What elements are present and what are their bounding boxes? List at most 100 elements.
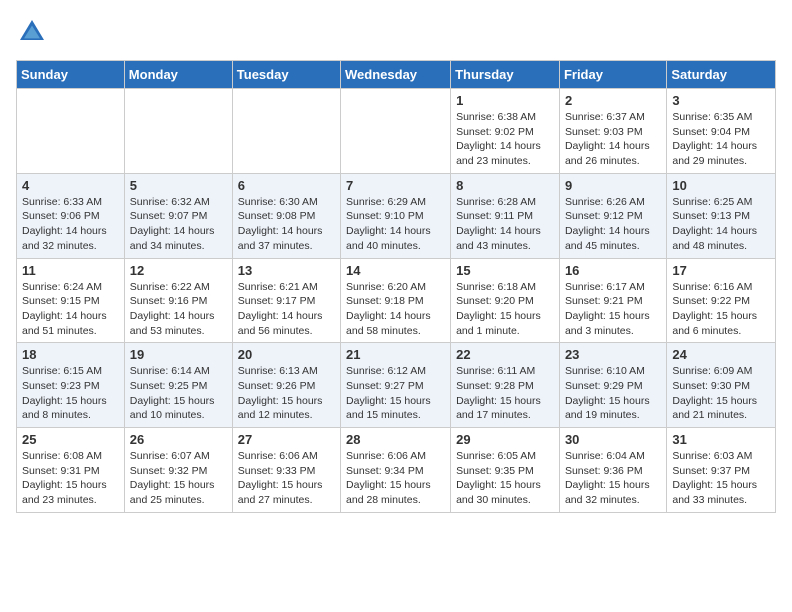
calendar-cell: 14 Sunrise: 6:20 AMSunset: 9:18 PMDayligh… <box>341 258 451 343</box>
day-info: Sunrise: 6:21 AMSunset: 9:17 PMDaylight:… <box>238 280 335 339</box>
calendar-cell: 26 Sunrise: 6:07 AMSunset: 9:32 PMDayligh… <box>124 428 232 513</box>
day-number: 6 <box>238 178 335 193</box>
calendar-cell: 25 Sunrise: 6:08 AMSunset: 9:31 PMDayligh… <box>17 428 125 513</box>
day-number: 29 <box>456 432 554 447</box>
day-info: Sunrise: 6:38 AMSunset: 9:02 PMDaylight:… <box>456 110 554 169</box>
day-info: Sunrise: 6:17 AMSunset: 9:21 PMDaylight:… <box>565 280 661 339</box>
calendar-cell: 7 Sunrise: 6:29 AMSunset: 9:10 PMDaylight… <box>341 173 451 258</box>
calendar-cell: 18 Sunrise: 6:15 AMSunset: 9:23 PMDayligh… <box>17 343 125 428</box>
calendar-week-2: 4 Sunrise: 6:33 AMSunset: 9:06 PMDaylight… <box>17 173 776 258</box>
day-info: Sunrise: 6:26 AMSunset: 9:12 PMDaylight:… <box>565 195 661 254</box>
weekday-header-wednesday: Wednesday <box>341 61 451 89</box>
day-number: 12 <box>130 263 227 278</box>
day-info: Sunrise: 6:28 AMSunset: 9:11 PMDaylight:… <box>456 195 554 254</box>
day-info: Sunrise: 6:25 AMSunset: 9:13 PMDaylight:… <box>672 195 770 254</box>
weekday-header-sunday: Sunday <box>17 61 125 89</box>
day-number: 25 <box>22 432 119 447</box>
day-info: Sunrise: 6:14 AMSunset: 9:25 PMDaylight:… <box>130 364 227 423</box>
calendar-cell: 9 Sunrise: 6:26 AMSunset: 9:12 PMDaylight… <box>559 173 666 258</box>
day-number: 7 <box>346 178 445 193</box>
weekday-header-friday: Friday <box>559 61 666 89</box>
day-info: Sunrise: 6:24 AMSunset: 9:15 PMDaylight:… <box>22 280 119 339</box>
day-number: 16 <box>565 263 661 278</box>
day-number: 8 <box>456 178 554 193</box>
calendar-cell: 30 Sunrise: 6:04 AMSunset: 9:36 PMDayligh… <box>559 428 666 513</box>
day-info: Sunrise: 6:16 AMSunset: 9:22 PMDaylight:… <box>672 280 770 339</box>
day-number: 30 <box>565 432 661 447</box>
day-info: Sunrise: 6:29 AMSunset: 9:10 PMDaylight:… <box>346 195 445 254</box>
day-info: Sunrise: 6:07 AMSunset: 9:32 PMDaylight:… <box>130 449 227 508</box>
day-number: 3 <box>672 93 770 108</box>
calendar-cell: 21 Sunrise: 6:12 AMSunset: 9:27 PMDayligh… <box>341 343 451 428</box>
calendar-cell: 16 Sunrise: 6:17 AMSunset: 9:21 PMDayligh… <box>559 258 666 343</box>
calendar-cell: 13 Sunrise: 6:21 AMSunset: 9:17 PMDayligh… <box>232 258 340 343</box>
day-number: 21 <box>346 347 445 362</box>
day-number: 24 <box>672 347 770 362</box>
day-number: 15 <box>456 263 554 278</box>
calendar-cell: 12 Sunrise: 6:22 AMSunset: 9:16 PMDayligh… <box>124 258 232 343</box>
day-info: Sunrise: 6:06 AMSunset: 9:33 PMDaylight:… <box>238 449 335 508</box>
day-info: Sunrise: 6:32 AMSunset: 9:07 PMDaylight:… <box>130 195 227 254</box>
calendar-cell: 17 Sunrise: 6:16 AMSunset: 9:22 PMDayligh… <box>667 258 776 343</box>
calendar-cell: 6Sunrise: 6:30 AMSunset: 9:08 PMDaylight… <box>232 173 340 258</box>
calendar-cell: 23Sunrise: 6:10 AMSunset: 9:29 PMDayligh… <box>559 343 666 428</box>
calendar-week-5: 25 Sunrise: 6:08 AMSunset: 9:31 PMDayligh… <box>17 428 776 513</box>
weekday-header-saturday: Saturday <box>667 61 776 89</box>
day-info: Sunrise: 6:33 AMSunset: 9:06 PMDaylight:… <box>22 195 119 254</box>
day-info: Sunrise: 6:37 AMSunset: 9:03 PMDaylight:… <box>565 110 661 169</box>
day-info: Sunrise: 6:04 AMSunset: 9:36 PMDaylight:… <box>565 449 661 508</box>
day-number: 20 <box>238 347 335 362</box>
calendar-table: SundayMondayTuesdayWednesdayThursdayFrid… <box>16 60 776 513</box>
weekday-header-thursday: Thursday <box>451 61 560 89</box>
day-number: 14 <box>346 263 445 278</box>
calendar-cell: 4 Sunrise: 6:33 AMSunset: 9:06 PMDaylight… <box>17 173 125 258</box>
page-header <box>16 16 776 48</box>
calendar-cell: 29 Sunrise: 6:05 AMSunset: 9:35 PMDayligh… <box>451 428 560 513</box>
calendar-week-3: 11 Sunrise: 6:24 AMSunset: 9:15 PMDayligh… <box>17 258 776 343</box>
day-info: Sunrise: 6:09 AMSunset: 9:30 PMDaylight:… <box>672 364 770 423</box>
day-number: 28 <box>346 432 445 447</box>
day-number: 27 <box>238 432 335 447</box>
calendar-cell: 10Sunrise: 6:25 AMSunset: 9:13 PMDayligh… <box>667 173 776 258</box>
day-number: 22 <box>456 347 554 362</box>
day-info: Sunrise: 6:20 AMSunset: 9:18 PMDaylight:… <box>346 280 445 339</box>
day-info: Sunrise: 6:15 AMSunset: 9:23 PMDaylight:… <box>22 364 119 423</box>
logo <box>16 16 52 48</box>
day-info: Sunrise: 6:13 AMSunset: 9:26 PMDaylight:… <box>238 364 335 423</box>
day-number: 13 <box>238 263 335 278</box>
day-number: 23 <box>565 347 661 362</box>
day-number: 18 <box>22 347 119 362</box>
day-number: 19 <box>130 347 227 362</box>
day-number: 9 <box>565 178 661 193</box>
calendar-cell: 1 Sunrise: 6:38 AMSunset: 9:02 PMDaylight… <box>451 89 560 174</box>
calendar-header-row: SundayMondayTuesdayWednesdayThursdayFrid… <box>17 61 776 89</box>
day-info: Sunrise: 6:18 AMSunset: 9:20 PMDaylight:… <box>456 280 554 339</box>
calendar-cell: 3 Sunrise: 6:35 AMSunset: 9:04 PMDaylight… <box>667 89 776 174</box>
calendar-cell <box>17 89 125 174</box>
calendar-cell <box>124 89 232 174</box>
day-number: 26 <box>130 432 227 447</box>
day-info: Sunrise: 6:12 AMSunset: 9:27 PMDaylight:… <box>346 364 445 423</box>
calendar-cell: 8 Sunrise: 6:28 AMSunset: 9:11 PMDaylight… <box>451 173 560 258</box>
weekday-header-monday: Monday <box>124 61 232 89</box>
day-info: Sunrise: 6:05 AMSunset: 9:35 PMDaylight:… <box>456 449 554 508</box>
day-number: 11 <box>22 263 119 278</box>
day-info: Sunrise: 6:22 AMSunset: 9:16 PMDaylight:… <box>130 280 227 339</box>
calendar-cell: 5Sunrise: 6:32 AMSunset: 9:07 PMDaylight… <box>124 173 232 258</box>
calendar-week-4: 18 Sunrise: 6:15 AMSunset: 9:23 PMDayligh… <box>17 343 776 428</box>
calendar-cell: 11 Sunrise: 6:24 AMSunset: 9:15 PMDayligh… <box>17 258 125 343</box>
day-number: 1 <box>456 93 554 108</box>
day-info: Sunrise: 6:35 AMSunset: 9:04 PMDaylight:… <box>672 110 770 169</box>
day-number: 31 <box>672 432 770 447</box>
day-info: Sunrise: 6:08 AMSunset: 9:31 PMDaylight:… <box>22 449 119 508</box>
logo-icon <box>16 16 48 48</box>
calendar-cell: 2Sunrise: 6:37 AMSunset: 9:03 PMDaylight… <box>559 89 666 174</box>
calendar-cell: 22 Sunrise: 6:11 AMSunset: 9:28 PMDayligh… <box>451 343 560 428</box>
calendar-cell <box>341 89 451 174</box>
day-number: 17 <box>672 263 770 278</box>
day-info: Sunrise: 6:11 AMSunset: 9:28 PMDaylight:… <box>456 364 554 423</box>
day-info: Sunrise: 6:06 AMSunset: 9:34 PMDaylight:… <box>346 449 445 508</box>
calendar-cell: 28 Sunrise: 6:06 AMSunset: 9:34 PMDayligh… <box>341 428 451 513</box>
day-number: 4 <box>22 178 119 193</box>
calendar-cell: 20 Sunrise: 6:13 AMSunset: 9:26 PMDayligh… <box>232 343 340 428</box>
